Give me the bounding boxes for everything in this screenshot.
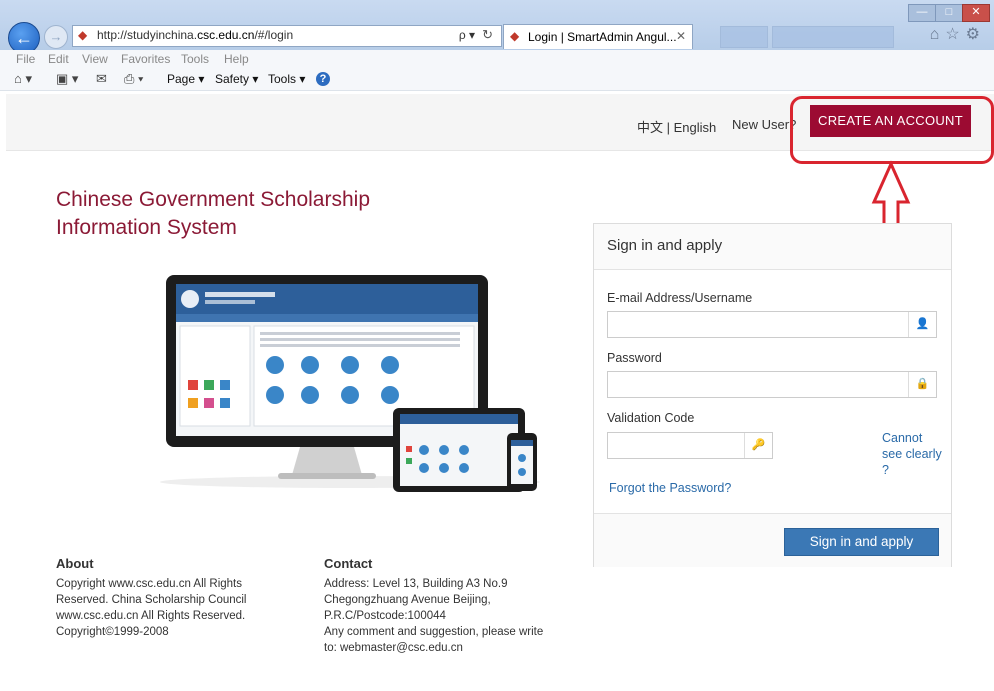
menu-tools[interactable]: Tools <box>181 52 209 66</box>
contact-line: to: webmaster@csc.edu.cn <box>324 642 463 654</box>
address-bar[interactable]: ◆ http://studyinchina.csc.edu.cn/#/login… <box>72 25 502 47</box>
about-text: Copyright www.csc.edu.cn All Rights Rese… <box>56 576 247 640</box>
about-heading: About <box>56 556 94 571</box>
contact-line: Address: Level 13, Building A3 No.9 <box>324 578 508 590</box>
safety-menu[interactable]: Safety ▾ <box>215 72 258 86</box>
menu-edit[interactable]: Edit <box>48 52 69 66</box>
login-header: Sign in and apply <box>594 224 951 270</box>
site-title-line1: Chinese Government Scholarship <box>56 188 370 211</box>
address-search-icon[interactable]: ρ ▾ <box>459 28 475 42</box>
validation-code-field[interactable]: 🔑 <box>607 432 773 459</box>
forward-button[interactable]: → <box>44 25 68 49</box>
menu-view[interactable]: View <box>82 52 108 66</box>
menu-file[interactable]: File <box>16 52 35 66</box>
menu-help[interactable]: Help <box>224 52 249 66</box>
home-icon[interactable]: ⌂ ▾ <box>14 71 32 87</box>
browser-tab-inactive[interactable] <box>720 26 768 48</box>
browser-tab-active[interactable]: ◆ Login | SmartAdmin Angul... ✕ <box>503 24 693 49</box>
annotation-highlight <box>790 96 994 164</box>
forgot-password-link[interactable]: Forgot the Password? <box>609 481 731 495</box>
toolbar-icons: ⌂☆⚙ <box>930 24 986 44</box>
email-field[interactable]: 👤 <box>607 311 937 338</box>
menu-bar: File Edit View Favorites Tools Help <box>0 50 994 68</box>
browser-titlebar: ← → ◆ http://studyinchina.csc.edu.cn/#/l… <box>0 0 994 54</box>
tab-favicon-icon: ◆ <box>510 29 520 43</box>
password-label: Password <box>607 351 662 365</box>
feeds-icon[interactable]: ▣ ▾ <box>56 71 78 87</box>
site-title: Chinese Government Scholarship Informati… <box>56 186 370 242</box>
site-title-line2: Information System <box>56 216 237 239</box>
tab-close-icon[interactable]: ✕ <box>676 29 686 43</box>
new-user-label: New User? <box>732 117 797 132</box>
help-icon[interactable]: ? <box>316 72 330 86</box>
login-footer: Sign in and apply <box>594 513 951 567</box>
contact-text: Address: Level 13, Building A3 No.9 Cheg… <box>324 576 543 656</box>
forward-arrow-icon: → <box>49 29 63 44</box>
email-label: E-mail Address/Username <box>607 291 753 305</box>
contact-heading: Contact <box>324 556 373 571</box>
contact-line: Chegongzhuang Avenue Beijing, <box>324 594 491 606</box>
refresh-icon[interactable]: ↻ <box>482 27 493 43</box>
validation-label: Validation Code <box>607 411 695 425</box>
about-line: Reserved. China Scholarship Council <box>56 594 247 606</box>
close-window-button[interactable]: ✕ <box>962 4 990 22</box>
login-heading: Sign in and apply <box>607 237 723 254</box>
contact-line: P.R.C/Postcode:100044 <box>324 610 446 622</box>
about-line: Copyright©1999-2008 <box>56 626 169 638</box>
language-switch[interactable]: 中文 | English <box>637 117 716 136</box>
user-icon: 👤 <box>908 312 936 337</box>
minimize-button[interactable]: — <box>908 4 936 22</box>
site-favicon-icon: ◆ <box>78 28 88 42</box>
browser-tab-inactive[interactable] <box>772 26 894 48</box>
sign-in-button[interactable]: Sign in and apply <box>784 528 939 556</box>
page-menu[interactable]: Page ▾ <box>167 72 204 86</box>
maximize-button[interactable]: □ <box>935 4 963 22</box>
home-icon[interactable]: ⌂ <box>930 26 946 43</box>
tab-title: Login | SmartAdmin Angul... <box>528 30 677 44</box>
devices-illustration <box>160 275 540 492</box>
gear-icon[interactable]: ⚙ <box>966 26 986 43</box>
print-icon[interactable]: ⎙ ▾ <box>124 71 143 87</box>
favorites-star-icon[interactable]: ☆ <box>945 26 965 43</box>
back-arrow-icon: ← <box>15 28 33 48</box>
about-line: www.csc.edu.cn All Rights Reserved. <box>56 610 246 622</box>
address-url[interactable]: http://studyinchina.csc.edu.cn/#/login <box>97 28 293 42</box>
cannot-see-clearly-link[interactable]: Cannot see clearly ? <box>882 430 942 478</box>
password-field[interactable]: 🔒 <box>607 371 937 398</box>
menu-favorites[interactable]: Favorites <box>121 52 170 66</box>
mail-icon[interactable]: ✉ <box>96 71 107 87</box>
command-bar: ⌂ ▾ ▣ ▾ ✉ ⎙ ▾ Page ▾ Safety ▾ Tools ▾ ? <box>0 68 994 91</box>
tools-menu[interactable]: Tools ▾ <box>268 72 305 86</box>
key-icon: 🔑 <box>744 433 772 458</box>
lock-icon: 🔒 <box>908 372 936 397</box>
contact-line: Any comment and suggestion, please write <box>324 626 544 638</box>
about-line: Copyright www.csc.edu.cn All Rights <box>56 578 242 590</box>
login-panel: Sign in and apply E-mail Address/Usernam… <box>593 223 952 567</box>
